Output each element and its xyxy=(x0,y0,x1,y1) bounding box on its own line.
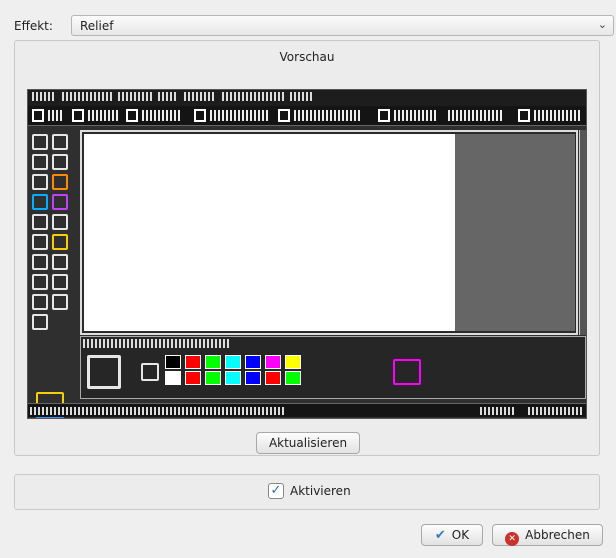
palette-swatch xyxy=(285,355,301,369)
cancel-icon: ✕ xyxy=(505,532,520,546)
preview-palette xyxy=(80,336,586,399)
check-icon: ✔ xyxy=(434,528,446,543)
activate-group: ✓ Aktivieren xyxy=(14,474,600,510)
palette-swatch xyxy=(265,371,281,385)
preview-canvas-frame xyxy=(80,130,578,335)
preview-canvas xyxy=(84,134,455,331)
palette-swatch xyxy=(225,371,241,385)
ok-button[interactable]: ✔ OK xyxy=(421,524,483,546)
palette-swatch xyxy=(205,355,221,369)
preview-scrollbar xyxy=(579,130,586,335)
palette-swatch xyxy=(165,371,181,385)
update-preview-label: Aktualisieren xyxy=(268,436,348,450)
preview-group: Vorschau Aktualisieren xyxy=(14,40,600,456)
ok-label: OK xyxy=(451,528,470,542)
palette-swatch xyxy=(205,371,221,385)
preview-menubar xyxy=(28,90,586,106)
preview-title: Vorschau xyxy=(279,50,335,64)
checkmark-icon[interactable]: ✓ xyxy=(268,483,284,499)
palette-swatch xyxy=(165,355,181,369)
preview-statusbar xyxy=(28,403,586,417)
palette-swatch xyxy=(185,355,201,369)
palette-swatch xyxy=(285,371,301,385)
effect-label: Effekt: xyxy=(14,19,53,33)
activate-label[interactable]: Aktivieren xyxy=(290,484,351,498)
preview-toolbox xyxy=(32,134,76,418)
effect-select[interactable]: Relief ⌄ xyxy=(71,15,614,36)
palette-swatch xyxy=(225,355,241,369)
effect-select-value: Relief xyxy=(80,19,114,33)
preview-canvas-background xyxy=(455,134,575,331)
preview-image xyxy=(27,89,587,419)
palette-swatch xyxy=(185,371,201,385)
effect-row: Effekt: Relief ⌄ xyxy=(14,15,614,39)
palette-swatch xyxy=(245,371,261,385)
cancel-label: Abbrechen xyxy=(525,528,590,542)
palette-swatch xyxy=(265,355,281,369)
preview-toolbar xyxy=(28,106,586,126)
palette-swatch xyxy=(245,355,261,369)
chevron-down-icon: ⌄ xyxy=(597,18,607,31)
cancel-button[interactable]: ✕ Abbrechen xyxy=(492,524,603,546)
update-preview-button[interactable]: Aktualisieren xyxy=(256,432,360,454)
